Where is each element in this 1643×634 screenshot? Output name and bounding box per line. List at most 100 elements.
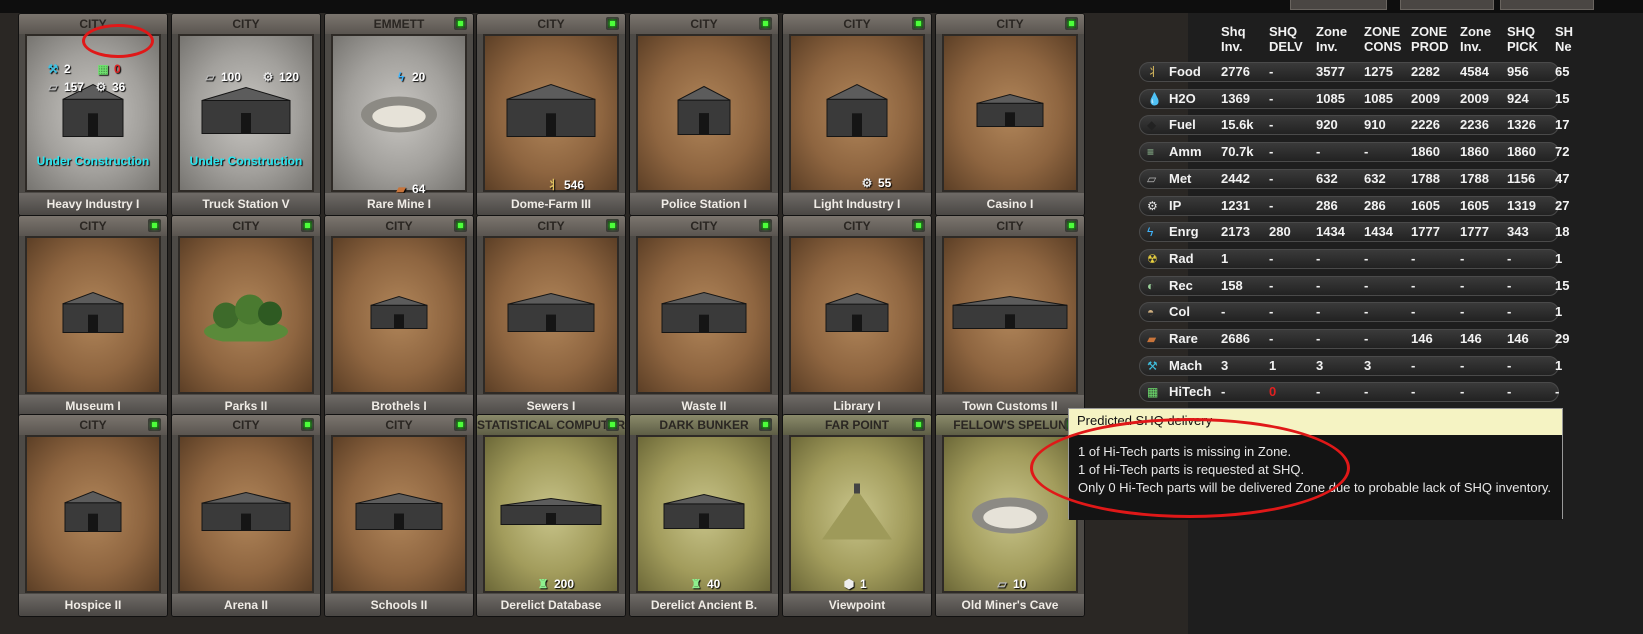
card-name: Casino I	[936, 193, 1084, 215]
status-led-icon[interactable]	[1065, 17, 1078, 30]
status-led-icon[interactable]	[454, 219, 467, 232]
building-card[interactable]: CITY Library I	[782, 215, 932, 418]
building-card[interactable]: CITY ⚙ 55 Light Industry I	[782, 13, 932, 216]
card-name: Hospice II	[19, 594, 167, 616]
status-led-icon[interactable]	[606, 17, 619, 30]
card-header: FAR POINT	[783, 415, 931, 435]
table-row[interactable]: 💧 H2O 1369 - 1085 1085 2009 2009 924 15	[1139, 88, 1643, 110]
card-name: Arena II	[172, 594, 320, 616]
table-row[interactable]: ☢ Rad 1 - - - - - - 1	[1139, 248, 1643, 270]
status-led-icon[interactable]	[301, 418, 314, 431]
table-row[interactable]: ≡ Amm 70.7k - - -1860 1860 1860 72	[1139, 141, 1643, 163]
status-led-icon[interactable]	[759, 418, 772, 431]
column-header[interactable]: Zone Inv.	[1460, 24, 1491, 54]
top-menu-button[interactable]	[1290, 0, 1387, 10]
status-led-icon[interactable]	[606, 219, 619, 232]
table-row[interactable]: ◐ Rec 158 - - - - - - 15	[1139, 275, 1643, 297]
card-header: CITY	[936, 14, 1084, 34]
building-card[interactable]: CITY ⺦ 546 Dome-Farm III	[476, 13, 626, 216]
column-header[interactable]: Shq Inv.	[1221, 24, 1246, 54]
table-cell: 632	[1364, 170, 1386, 186]
status-led-icon[interactable]	[606, 418, 619, 431]
status-led-icon[interactable]	[912, 219, 925, 232]
column-header[interactable]: ZONE PROD	[1411, 24, 1449, 54]
status-led-icon[interactable]	[912, 17, 925, 30]
card-name: Rare Mine I	[325, 193, 473, 215]
status-led-icon[interactable]	[454, 418, 467, 431]
status-led-icon[interactable]	[1065, 219, 1078, 232]
building-icon	[822, 483, 892, 545]
table-cell: 1275	[1364, 64, 1393, 79]
table-cell: 1434	[1316, 224, 1345, 240]
card-stat-value: 36	[112, 80, 126, 94]
building-card[interactable]: CITY Sewers I	[476, 215, 626, 418]
column-header-line2: Inv.	[1221, 39, 1243, 54]
building-card[interactable]: CITY Schools II	[324, 414, 474, 617]
table-cell: -	[1460, 384, 1465, 400]
card-header: CITY	[325, 415, 473, 435]
building-icon	[499, 497, 603, 532]
building-image	[178, 236, 314, 394]
column-header[interactable]: SHQ PICK	[1507, 24, 1538, 54]
status-led-icon[interactable]	[759, 17, 772, 30]
card-stat: ⚙ 36	[95, 80, 126, 94]
column-header[interactable]: ZONE CONS	[1364, 24, 1402, 54]
status-led-icon[interactable]	[148, 219, 161, 232]
column-header[interactable]: Zone Inv.	[1316, 24, 1347, 54]
building-card[interactable]: CITY Parks II	[171, 215, 321, 418]
status-led-icon[interactable]	[759, 219, 772, 232]
status-led-icon[interactable]	[912, 418, 925, 431]
table-cell: 1860	[1507, 144, 1536, 160]
table-cell: -	[1411, 277, 1416, 293]
table-row[interactable]: ϟ Enrg 2173 280 1434 1434 1777 1777 343 18	[1139, 221, 1643, 243]
table-row[interactable]: ⚙ IP 1231 - 286 286 1605 1605 1319 27	[1139, 195, 1643, 217]
building-card[interactable]: DARK BUNKER ♜ 40 Derelict Ancient B.	[629, 414, 779, 617]
building-card[interactable]: STATISTICAL COMPUTER ♜ 200 Derelict Databas…	[476, 414, 626, 617]
building-card[interactable]: CITY Brothels I	[324, 215, 474, 418]
column-header[interactable]: SHQ DELV	[1269, 24, 1303, 54]
card-header: CITY	[325, 216, 473, 236]
status-led-icon[interactable]	[454, 17, 467, 30]
building-card[interactable]: CITY Police Station I	[629, 13, 779, 216]
status-led-icon[interactable]	[301, 219, 314, 232]
card-header: CITY	[936, 216, 1084, 236]
table-cell: 956	[1507, 64, 1529, 79]
building-card[interactable]: CITY Waste II	[629, 215, 779, 418]
table-row[interactable]: ▱ Met 2442 - 632 632 1788 1788 1156 47	[1139, 168, 1643, 190]
building-image	[942, 236, 1078, 394]
rare-icon: ▰	[1147, 332, 1157, 346]
building-card[interactable]: CITY Town Customs II	[935, 215, 1085, 418]
table-cell: 15	[1555, 90, 1570, 106]
building-card[interactable]: CITY Arena II	[171, 414, 321, 617]
top-menu-button[interactable]	[1400, 0, 1494, 10]
table-cell: 1326	[1507, 117, 1536, 133]
table-cell: -	[1221, 384, 1226, 400]
table-row[interactable]: ◆ Fuel 15.6k - 920 910 2226 2236 1326 17	[1139, 114, 1643, 136]
card-name: Schools II	[325, 594, 473, 616]
table-cell: 1085	[1364, 90, 1393, 106]
building-card[interactable]: FAR POINT ⬢ 1 Viewpoint	[782, 414, 932, 617]
building-image	[483, 236, 619, 394]
status-led-icon[interactable]	[148, 418, 161, 431]
table-row[interactable]: ▦ HiTech -0- - - - - -	[1139, 381, 1643, 403]
table-cell: 65	[1555, 64, 1570, 79]
table-row[interactable]: ⺦ Food 2776 - 3577 1275 2282 4584 956 65	[1139, 61, 1643, 83]
building-card[interactable]: CITY ▱ 100 ⚙ 120 Under Construction Truck Stat…	[171, 13, 321, 216]
card-header: CITY	[477, 14, 625, 34]
table-row[interactable]: ⚒ Mach 3 1 3 3 - - - 1	[1139, 355, 1643, 377]
resource-name: Met	[1169, 170, 1192, 186]
building-card[interactable]: CITY Casino I	[935, 13, 1085, 216]
table-row[interactable]: ▰ Rare 2686 - - - 146 146 146 29	[1139, 328, 1643, 350]
table-cell: -	[1460, 250, 1465, 266]
column-header[interactable]: SH Ne	[1555, 24, 1573, 54]
column-header-line1: Shq	[1221, 24, 1246, 39]
table-cell: -	[1364, 384, 1369, 400]
table-row[interactable]: ◓ Col - - - - - - - 1	[1139, 301, 1643, 323]
building-card[interactable]: CITY Hospice II	[18, 414, 168, 617]
building-card[interactable]: EMMETT ϟ 20 ▰ 64 Rare Mine I	[324, 13, 474, 216]
table-cell: -	[1269, 144, 1274, 160]
building-image	[331, 236, 467, 394]
building-card[interactable]: CITY Museum I	[18, 215, 168, 418]
card-name: Viewpoint	[783, 594, 931, 616]
top-menu-button[interactable]	[1500, 0, 1594, 10]
